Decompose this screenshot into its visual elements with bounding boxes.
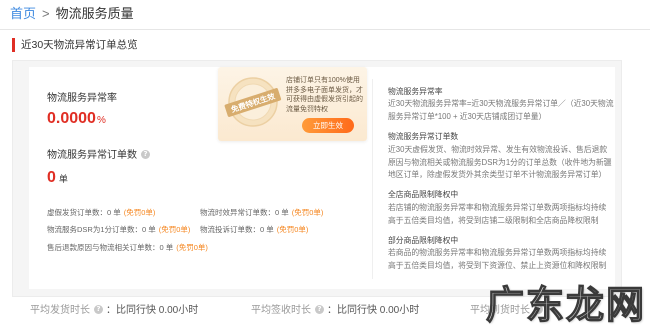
breadcrumb: 首页 > 物流服务质量 <box>10 6 134 22</box>
refund-logistics-orders-stat: 售后退款原因与物流相关订单数：0 单 (免罚0单) <box>47 243 208 253</box>
activate-now-button[interactable]: 立即生效 <box>302 118 354 133</box>
abnormal-orders-label: 物流服务异常订单数 <box>47 149 153 162</box>
sub-stat-exempt: (免罚0单) <box>291 208 324 217</box>
abnormal-rate-number: 0.0000 <box>47 110 96 127</box>
privilege-badge-icon: 免费特权生效 <box>224 77 282 127</box>
promo-description: 店铺订单只有100%使用拼多多电子面单发货，才可获得由虚假发货引起的流量免罚特权 <box>286 77 363 113</box>
sub-stat-label: 虚假发货订单数：0 单 <box>47 208 121 217</box>
header-divider <box>0 29 650 30</box>
sub-stat-exempt: (免罚0单) <box>276 225 309 234</box>
explanation-block: 物流服务异常率 近30天物流服务异常率=近30天物流服务异常订单／（近30天物流… <box>388 86 614 124</box>
sub-stat-exempt: (免罚0单) <box>123 208 156 217</box>
explanation-body: 若店铺的物流服务异常率和物流服务异常订单数两项指标均持续高于五倍类目均值，将受到… <box>388 202 607 225</box>
sub-stat-label: 物流时效异常订单数：0 单 <box>200 208 289 217</box>
abnormal-rate-value: 0.0000% <box>47 109 106 131</box>
explanation-block: 全店商品限制降权中 若店铺的物流服务异常率和物流服务异常订单数两项指标均持续高于… <box>388 189 614 227</box>
delivery-timeliness-orders-stat: 物流时效异常订单数：0 单 (免罚0单) <box>200 208 323 218</box>
bottom-stat-value: ：比同行快 0.00小时 <box>106 305 199 316</box>
logistics-quality-page: 首页 > 物流服务质量 近30天物流异常订单总览 物流服务异常率 0.0000% 物… <box>0 0 650 327</box>
explanation-body: 近30天物流服务异常率=近30天物流服务异常订单／（近30天物流服务异常订单*1… <box>388 99 614 122</box>
bottom-stat-label: 平均发货时长 <box>30 305 90 316</box>
explanation-block: 部分商品限制降权中 若商品的物流服务异常率和物流服务异常订单数两项指标均持续高于… <box>388 235 614 273</box>
avg-signoff-time-help-icon[interactable] <box>315 304 324 314</box>
fake-shipment-orders-stat: 虚假发货订单数：0 单 (免罚0单) <box>47 208 155 218</box>
explanations-panel: 物流服务异常率 近30天物流服务异常率=近30天物流服务异常订单／（近30天物流… <box>388 86 614 280</box>
avg-signoff-time-stat: 平均签收时长 ：比同行快 0.00小时 <box>251 304 420 317</box>
overview-panel: 物流服务异常率 0.0000% 物流服务异常订单数 0单 虚假发货订单数：0 单… <box>12 60 622 297</box>
breadcrumb-current: 物流服务质量 <box>55 6 134 21</box>
bottom-stat-value: ：比同行快 0.00小时 <box>327 305 420 316</box>
explanation-title: 物流服务异常率 <box>388 86 443 96</box>
explanation-body: 若商品的物流服务异常率和物流服务异常订单数两项指标均持续高于五倍类目均值，将受到… <box>388 248 607 271</box>
abnormal-rate-label: 物流服务异常率 <box>47 93 117 104</box>
section-title: 近30天物流异常订单总览 <box>12 38 138 52</box>
breadcrumb-home-link[interactable]: 首页 <box>10 6 36 21</box>
free-privilege-promo: 免费特权生效 店铺订单只有100%使用拼多多电子面单发货，才可获得由虚假发货引起… <box>218 67 367 141</box>
abnormal-orders-unit: 单 <box>58 174 68 184</box>
abnormal-orders-number: 0 <box>47 169 56 186</box>
abnormal-orders-label-text: 物流服务异常订单数 <box>47 150 137 161</box>
explanation-title: 全店商品限制降权中 <box>388 190 459 200</box>
abnormal-orders-value: 0单 <box>47 168 68 189</box>
sub-stat-label: 售后退款原因与物流相关订单数：0 单 <box>47 243 174 252</box>
avg-ship-time-stat: 平均发货时长 ：比同行快 0.00小时 <box>30 304 199 317</box>
overview-card: 物流服务异常率 0.0000% 物流服务异常订单数 0单 虚假发货订单数：0 单… <box>29 67 615 289</box>
abnormal-rate-unit: % <box>96 115 106 126</box>
logistics-complaint-orders-stat: 物流投诉订单数：0 单 (免罚0单) <box>200 225 308 235</box>
avg-arrival-time-stat: 平均到货时长 <box>470 304 546 317</box>
sub-stat-exempt: (免罚0单) <box>176 243 208 252</box>
explanation-title: 部分商品限制降权中 <box>388 235 459 245</box>
explanation-body: 近30天虚假发货、物流时效异常、发生有效物流投诉、售后退款原因与物流相关或物流服… <box>388 144 612 180</box>
bottom-stat-label: 平均到货时长 <box>470 305 530 316</box>
bottom-stat-label: 平均签收时长 <box>251 305 311 316</box>
sub-stat-exempt: (免罚0单) <box>158 225 191 234</box>
dsr-one-star-orders-stat: 物流服务DSR为1分订单数：0 单 (免罚0单) <box>47 225 190 235</box>
explanation-title: 物流服务异常订单数 <box>388 131 459 141</box>
avg-arrival-time-help-icon[interactable] <box>534 304 543 314</box>
explanation-block: 物流服务异常订单数 近30天虚假发货、物流时效异常、发生有效物流投诉、售后退款原… <box>388 131 614 182</box>
column-divider <box>372 79 373 279</box>
avg-ship-time-help-icon[interactable] <box>94 304 103 314</box>
abnormal-orders-help-icon[interactable] <box>141 149 150 159</box>
breadcrumb-separator: > <box>42 6 50 21</box>
sub-stat-label: 物流投诉订单数：0 单 <box>200 225 274 234</box>
sub-stat-label: 物流服务DSR为1分订单数：0 单 <box>47 225 156 234</box>
